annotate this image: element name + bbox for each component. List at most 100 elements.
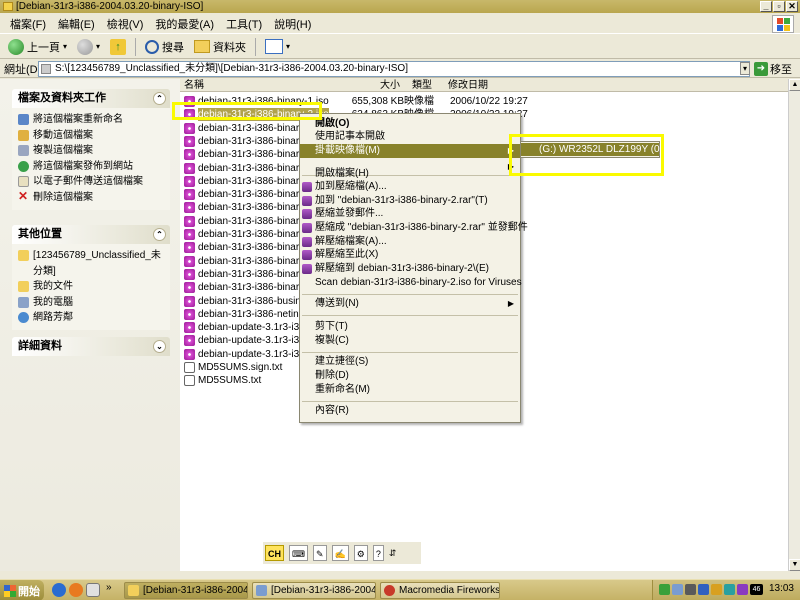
menu-scan-viruses[interactable]: Scan debian-31r3-i386-binary-2.iso for V… [300, 276, 522, 290]
column-size[interactable]: 大小 [380, 79, 400, 92]
disc-image-icon [184, 149, 195, 161]
pen-icon[interactable]: ✎ [313, 545, 327, 561]
forward-button[interactable]: ▾ [73, 37, 104, 57]
language-bar: CH ⌨ ✎ ✍ ⚙ ? ⇵ [263, 542, 421, 564]
help-icon[interactable]: ? [372, 545, 384, 561]
place-my-documents[interactable]: 我的文件 [18, 279, 164, 295]
place-network[interactable]: 網路芳鄰 [18, 310, 164, 326]
tray-icon[interactable] [711, 584, 722, 595]
show-desktop-icon[interactable] [86, 583, 100, 597]
menu-rename[interactable]: 重新命名(M) [300, 383, 520, 397]
language-indicator[interactable]: CH [265, 545, 284, 561]
back-button[interactable]: 上一頁 ▾ [4, 37, 71, 57]
menu-file[interactable]: 檔案(F) [4, 16, 52, 32]
menu-create-shortcut[interactable]: 建立捷徑(S) [300, 355, 520, 369]
disc-image-icon [184, 308, 195, 320]
delete-x-icon: ✕ [18, 188, 29, 203]
tray-icon[interactable] [659, 584, 670, 595]
folders-button[interactable]: 資料夾 [190, 37, 250, 57]
menu-extract-files[interactable]: 解壓縮檔案(A)... [300, 235, 520, 249]
menu-delete[interactable]: 刪除(D) [300, 369, 520, 383]
other-places-header[interactable]: 其他位置 ⌃ [12, 225, 170, 244]
menu-properties[interactable]: 內容(R) [300, 404, 520, 418]
menu-mount-image[interactable]: 掛載映像檔(M) ▶ [300, 144, 520, 158]
menu-tools[interactable]: 工具(T) [220, 16, 268, 32]
menu-add-archive[interactable]: 加到壓縮檔(A)... [300, 180, 520, 194]
task-explorer-2[interactable]: [Debian-31r3-i386-2004.... [252, 582, 376, 599]
scroll-down-icon[interactable]: ▼ [789, 559, 800, 571]
place-my-computer[interactable]: 我的電腦 [18, 295, 164, 311]
expand-icon[interactable]: ⌄ [153, 340, 166, 353]
menu-help[interactable]: 說明(H) [268, 16, 317, 32]
firefox-icon[interactable] [69, 583, 83, 597]
search-button[interactable]: 搜尋 [141, 37, 188, 57]
column-name[interactable]: 名稱 [184, 79, 204, 92]
tray-icon[interactable] [672, 584, 683, 595]
chevron-down-icon[interactable]: ▾ [63, 42, 67, 51]
options-arrow-icon[interactable]: ⇵ [389, 548, 397, 559]
tray-icon[interactable] [698, 584, 709, 595]
close-button[interactable]: ✕ [786, 1, 798, 12]
menu-extract-to[interactable]: 解壓縮到 debian-31r3-i386-binary-2\(E) [300, 262, 520, 276]
handwriting-icon[interactable]: ✍ [331, 545, 349, 561]
toolbar: 上一頁 ▾ ▾ ↑ 搜尋 資料夾 ▾ [0, 35, 800, 59]
menu-compress-rar-email[interactable]: 壓縮成 "debian-31r3-i386-binary-2.rar" 並發郵件 [300, 221, 528, 235]
task-move[interactable]: 移動這個檔案 [18, 128, 164, 144]
collapse-icon[interactable]: ⌃ [153, 92, 166, 105]
column-type[interactable]: 類型 [412, 79, 432, 92]
menu-extract-here[interactable]: 解壓縮至此(X) [300, 248, 520, 262]
place-parent-folder[interactable]: [123456789_Unclassified_未分類] [18, 248, 164, 279]
details-header[interactable]: 詳細資料 ⌄ [12, 337, 170, 356]
collapse-icon[interactable]: ⌃ [153, 228, 166, 241]
column-date[interactable]: 修改日期 [448, 79, 488, 92]
scroll-up-icon[interactable]: ▲ [789, 79, 800, 91]
file-tasks-header[interactable]: 檔案及資料夾工作 ⌃ [12, 89, 170, 108]
go-button[interactable]: ➜ 移至 [754, 61, 792, 77]
tray-icon[interactable] [685, 584, 696, 595]
task-email[interactable]: 以電子郵件傳送這個檔案 [18, 174, 164, 190]
task-fireworks[interactable]: Macromedia Fireworks M... [380, 582, 500, 599]
menu-add-rar[interactable]: 加到 "debian-31r3-i386-binary-2.rar"(T) [300, 194, 520, 208]
winrar-icon [302, 250, 312, 260]
task-copy[interactable]: 複製這個檔案 [18, 143, 164, 159]
up-button[interactable]: ↑ [106, 37, 130, 57]
minimize-button[interactable]: _ [760, 1, 772, 12]
menu-open-notepad[interactable]: 使用記事本開啟 [300, 130, 520, 144]
menu-view[interactable]: 檢視(V) [101, 16, 150, 32]
keyboard-icon[interactable]: ⌨ [289, 545, 308, 561]
disc-image-icon [184, 202, 195, 214]
tray-badge[interactable]: 46 [750, 584, 763, 595]
menu-label: 掛載映像檔(M) [315, 145, 380, 156]
menu-compress-email[interactable]: 壓縮並發郵件... [300, 207, 520, 221]
title-bar[interactable]: [Debian-31r3-i386-2004.03.20-binary-ISO]… [0, 0, 800, 13]
task-delete[interactable]: ✕ 刪除這個檔案 [18, 190, 164, 206]
forward-arrow-icon [77, 38, 94, 55]
chevron-down-icon[interactable]: ▾ [96, 42, 100, 51]
tray-icon[interactable] [737, 584, 748, 595]
folder-icon [128, 585, 139, 596]
menu-cut[interactable]: 剪下(T) [300, 320, 520, 334]
menu-favorites[interactable]: 我的最愛(A) [149, 16, 220, 32]
address-input[interactable]: S:\[123456789_Unclassified_未分類]\[Debian-… [38, 61, 750, 77]
menu-copy[interactable]: 複製(C) [300, 334, 520, 348]
views-button[interactable]: ▾ [261, 37, 294, 57]
quicklaunch-more-icon[interactable]: » [106, 582, 112, 593]
tray-icon[interactable] [724, 584, 735, 595]
task-label: 刪除這個檔案 [33, 191, 93, 203]
maximize-button[interactable]: ▫ [773, 1, 785, 12]
start-button[interactable]: 開始 [0, 580, 44, 600]
menu-edit[interactable]: 編輯(E) [52, 16, 101, 32]
ie-icon[interactable] [52, 583, 66, 597]
disc-image-icon [184, 175, 195, 187]
menu-send-to[interactable]: 傳送到(N) ▶ [300, 297, 520, 311]
windows-logo-icon [772, 15, 794, 33]
menu-open[interactable]: 開啟(O) [300, 117, 520, 131]
task-explorer-1[interactable]: [Debian-31r3-i386-2004.... [124, 582, 248, 599]
task-publish[interactable]: 將這個檔案發佈到網站 [18, 159, 164, 175]
menu-open-with[interactable]: 開啟檔案(H) [300, 167, 520, 181]
address-dropdown-button[interactable]: ▾ [740, 62, 750, 75]
vertical-scrollbar[interactable]: ▲ ▼ [788, 79, 800, 571]
settings-icon[interactable]: ⚙ [353, 545, 368, 561]
file-tasks-panel: 檔案及資料夾工作 ⌃ 將這個檔案重新命名 移動這個檔案 複製這個檔案 將這個檔案… [12, 89, 170, 210]
task-rename[interactable]: 將這個檔案重新命名 [18, 112, 164, 128]
